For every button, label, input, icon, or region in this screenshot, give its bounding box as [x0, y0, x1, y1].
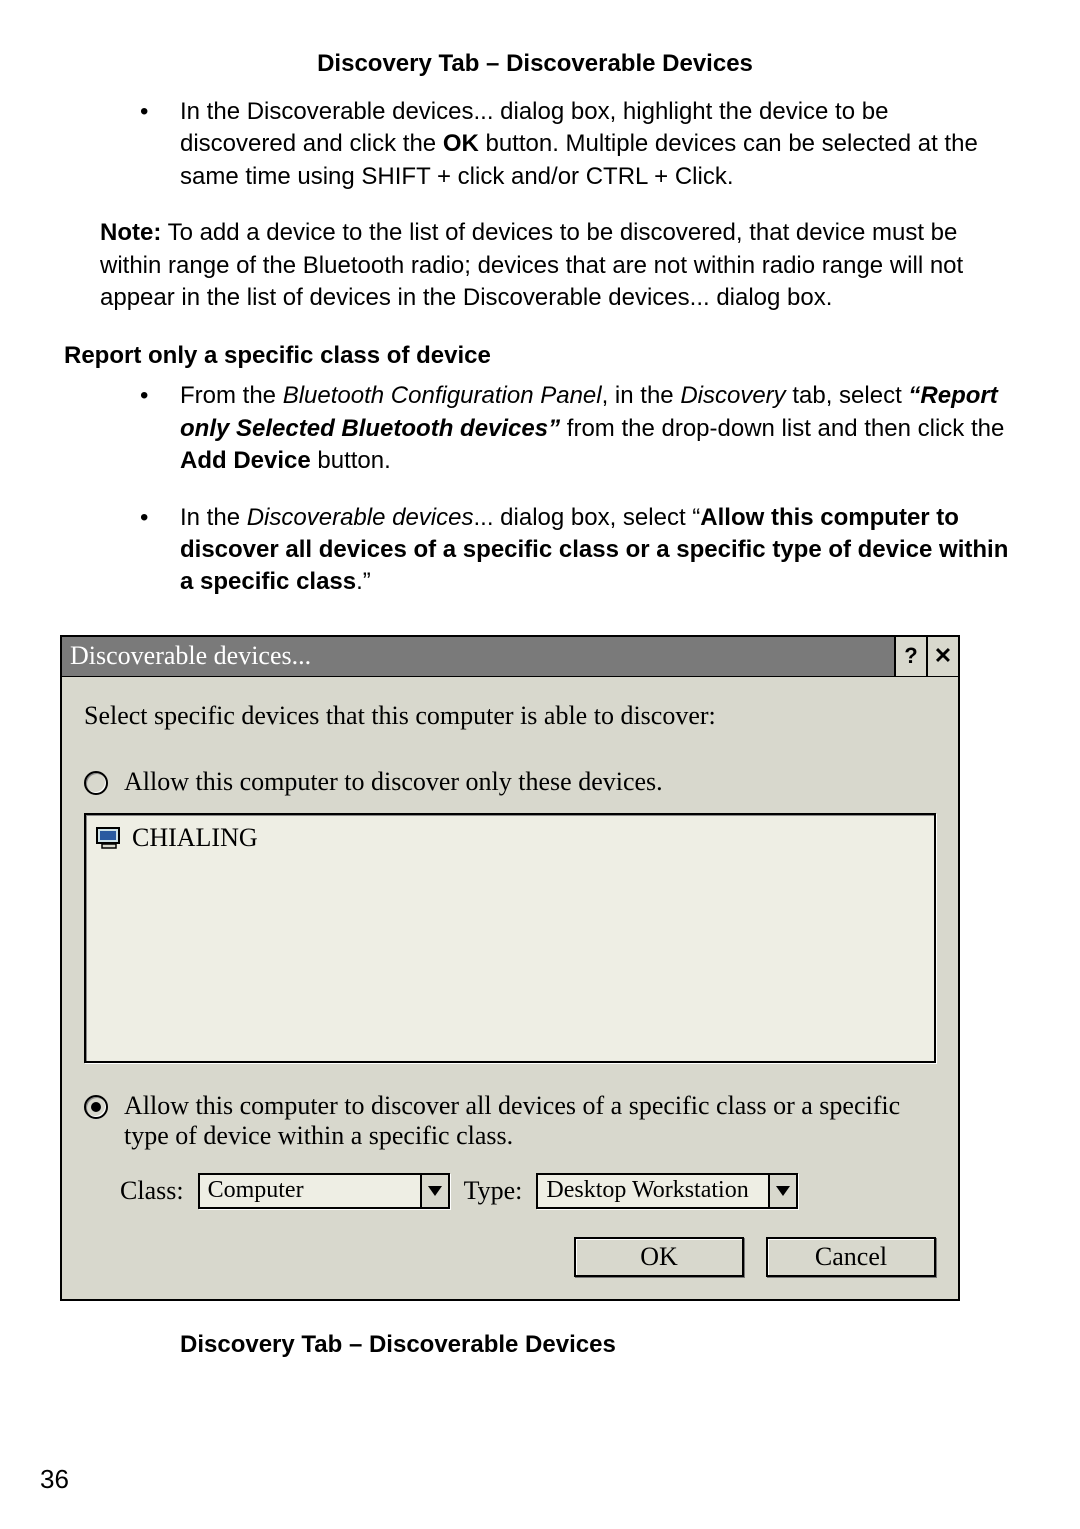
- chevron-down-icon[interactable]: [768, 1175, 796, 1207]
- device-name: CHIALING: [132, 823, 258, 853]
- bullet-dot: •: [140, 380, 180, 477]
- bullet-dot: •: [140, 502, 180, 599]
- figure-caption-bottom: Discovery Tab – Discoverable Devices: [180, 1331, 1010, 1359]
- type-combobox[interactable]: Desktop Workstation: [536, 1173, 798, 1209]
- cancel-button[interactable]: Cancel: [766, 1237, 936, 1277]
- radio-specific-class[interactable]: [84, 1095, 108, 1119]
- page-number: 36: [40, 1464, 69, 1495]
- step1-i: button.: [311, 447, 391, 474]
- class-label: Class:: [120, 1176, 184, 1206]
- dialog-prompt: Select specific devices that this comput…: [84, 701, 936, 731]
- type-value: Desktop Workstation: [538, 1175, 768, 1207]
- computer-icon: [96, 827, 124, 849]
- step2-bullet: • In the Discoverable devices... dialog …: [140, 502, 1010, 599]
- step1-c: , in the: [602, 382, 681, 409]
- radio-only-these[interactable]: [84, 771, 108, 795]
- list-item[interactable]: CHIALING: [96, 823, 924, 853]
- note-label: Note:: [100, 219, 161, 246]
- help-button[interactable]: ?: [894, 637, 926, 676]
- type-label: Type:: [464, 1176, 523, 1206]
- step2-e: .”: [356, 568, 371, 595]
- note-paragraph: Note: To add a device to the list of dev…: [100, 217, 1010, 314]
- radio-only-these-label: Allow this computer to discover only the…: [124, 767, 663, 797]
- radio-specific-class-label: Allow this computer to discover all devi…: [124, 1091, 936, 1151]
- section-heading: Report only a specific class of device: [64, 342, 1010, 370]
- close-button[interactable]: ✕: [926, 637, 958, 676]
- chevron-down-icon[interactable]: [420, 1175, 448, 1207]
- intro-bullet: • In the Discoverable devices... dialog …: [140, 96, 1010, 193]
- step2-c: ... dialog box, select “: [474, 504, 701, 531]
- step1-b: Bluetooth Configuration Panel: [283, 382, 602, 409]
- intro-ok-word: OK: [443, 130, 479, 157]
- step2-b: Discoverable devices: [247, 504, 474, 531]
- device-listbox[interactable]: CHIALING: [84, 813, 936, 1063]
- step1-d: Discovery: [680, 382, 785, 409]
- class-value: Computer: [200, 1175, 420, 1207]
- discoverable-devices-dialog: Discoverable devices... ? ✕ Select speci…: [60, 635, 960, 1301]
- step1-a: From the: [180, 382, 283, 409]
- step1-g: from the drop-down list and then click t…: [560, 415, 1004, 442]
- step2-a: In the: [180, 504, 247, 531]
- figure-caption-top: Discovery Tab – Discoverable Devices: [60, 50, 1010, 78]
- step1-e: tab, select: [786, 382, 909, 409]
- radio-specific-class-row[interactable]: Allow this computer to discover all devi…: [84, 1091, 936, 1151]
- bullet-dot: •: [140, 96, 180, 193]
- step1-h: Add Device: [180, 447, 311, 474]
- dialog-titlebar: Discoverable devices... ? ✕: [62, 637, 958, 677]
- ok-button[interactable]: OK: [574, 1237, 744, 1277]
- radio-only-these-row[interactable]: Allow this computer to discover only the…: [84, 767, 936, 797]
- note-text: To add a device to the list of devices t…: [100, 219, 963, 311]
- dialog-title: Discoverable devices...: [62, 637, 894, 676]
- step1-bullet: • From the Bluetooth Configuration Panel…: [140, 380, 1010, 477]
- class-combobox[interactable]: Computer: [198, 1173, 450, 1209]
